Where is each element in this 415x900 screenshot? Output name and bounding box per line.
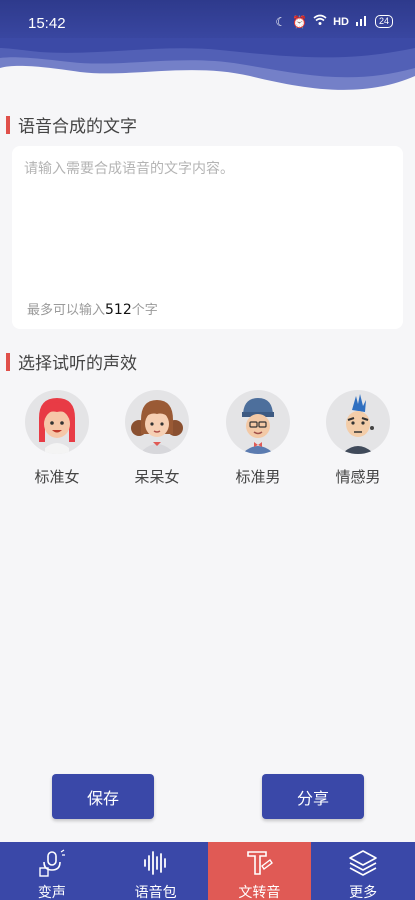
status-time: 15:42 xyxy=(28,15,66,32)
text-section-title-label: 语音合成的文字 xyxy=(18,117,137,137)
avatar-curly-girl-icon xyxy=(125,390,189,454)
char-limit-hint: 最多可以输入512个字 xyxy=(27,299,158,318)
voice-options: 标准女 呆呆女 标准男 情感男 xyxy=(0,390,415,500)
voice-label: 呆呆女 xyxy=(134,468,180,486)
moon-icon: ☾ xyxy=(275,14,287,29)
text-section-title: 语音合成的文字 xyxy=(0,112,137,137)
tab-label: 文转音 xyxy=(238,885,281,900)
voice-label: 标准男 xyxy=(235,468,281,486)
bottom-tab-bar: 变声 语音包 文转音 更多 xyxy=(0,842,415,900)
section-marker xyxy=(6,115,10,134)
text-input-card: 最多可以输入512个字 xyxy=(12,146,403,329)
tab-label: 语音包 xyxy=(134,885,177,900)
avatar-red-girl-icon xyxy=(25,390,89,454)
status-icons: ☾ ⏰ HD 24 xyxy=(275,14,393,29)
battery-icon: 24 xyxy=(374,15,393,28)
tab-voice-pack[interactable]: 语音包 xyxy=(104,842,208,900)
waveform-icon xyxy=(143,851,166,875)
voice-option-standard-male[interactable]: 标准男 xyxy=(218,390,298,487)
voice-label: 情感男 xyxy=(335,468,381,486)
avatar-cap-boy-icon xyxy=(226,390,290,454)
voice-option-cute-female[interactable]: 呆呆女 xyxy=(117,390,197,487)
char-limit-count: 512 xyxy=(105,302,132,318)
text-to-speech-icon xyxy=(247,851,274,875)
section-marker xyxy=(6,352,10,371)
voice-option-emotional-male[interactable]: 情感男 xyxy=(318,390,398,487)
voice-change-icon xyxy=(39,849,65,877)
voice-section-title-label: 选择试听的声效 xyxy=(18,354,137,374)
layers-icon xyxy=(349,850,377,876)
share-button[interactable]: 分享 xyxy=(262,774,364,819)
voice-label: 标准女 xyxy=(34,468,80,486)
avatar-mohawk-boy-icon xyxy=(326,390,390,454)
tab-text-to-speech[interactable]: 文转音 xyxy=(207,842,312,900)
header-wave xyxy=(0,38,415,90)
tab-voice-change[interactable]: 变声 xyxy=(0,842,104,900)
voice-section-title: 选择试听的声效 xyxy=(0,349,137,374)
save-button[interactable]: 保存 xyxy=(52,774,154,819)
voice-option-standard-female[interactable]: 标准女 xyxy=(17,390,97,487)
tab-more[interactable]: 更多 xyxy=(311,842,415,900)
signal-icon xyxy=(355,14,369,29)
tab-label: 变声 xyxy=(37,885,66,900)
synthesis-text-input[interactable] xyxy=(24,158,389,278)
alarm-icon: ⏰ xyxy=(292,14,308,29)
network-type: HD xyxy=(333,15,349,28)
tab-label: 更多 xyxy=(349,885,378,900)
char-limit-prefix: 最多可以输入 xyxy=(27,303,106,318)
wifi-icon xyxy=(313,14,327,29)
char-limit-suffix: 个字 xyxy=(131,303,158,318)
